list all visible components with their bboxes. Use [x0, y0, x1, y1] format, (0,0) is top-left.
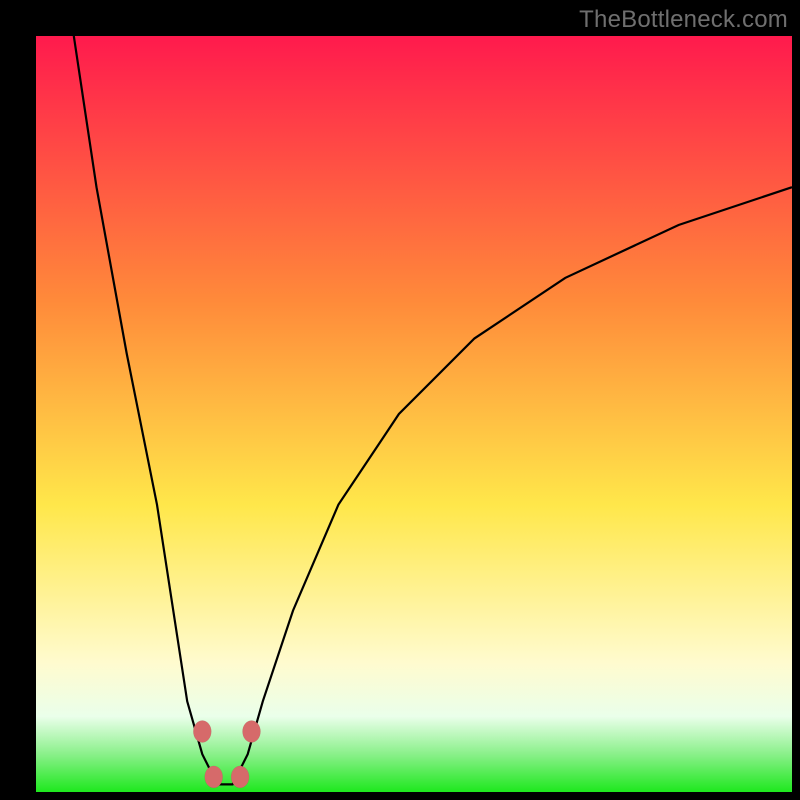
right-lower-dot [231, 766, 249, 788]
bottleneck-curve [36, 36, 792, 792]
left-lower-dot [205, 766, 223, 788]
plot-area [36, 36, 792, 792]
right-upper-dot [243, 721, 261, 743]
chart-frame: TheBottleneck.com [0, 0, 800, 800]
watermark-label: TheBottleneck.com [579, 6, 788, 34]
left-upper-dot [193, 721, 211, 743]
